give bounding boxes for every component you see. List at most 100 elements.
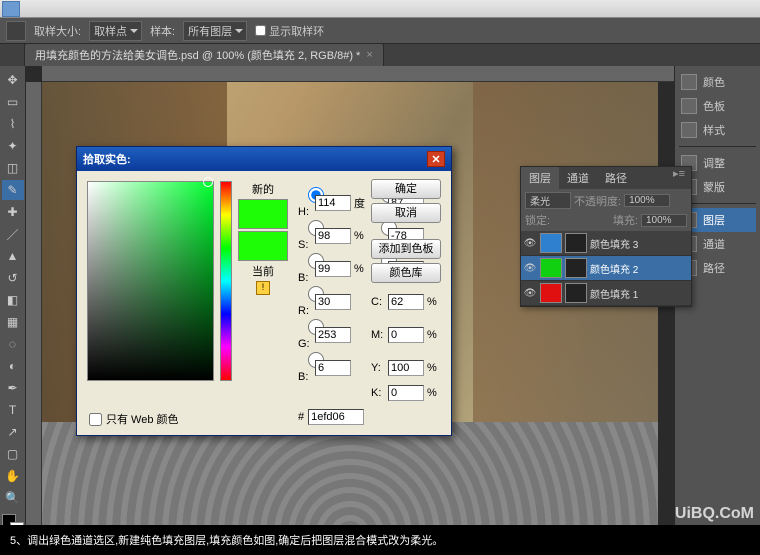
blend-mode-select[interactable]: 柔光	[525, 192, 571, 209]
b-hsb-input[interactable]	[315, 261, 351, 277]
r-input[interactable]	[315, 294, 351, 310]
styles-icon	[681, 122, 697, 138]
dodge-tool[interactable]: ◐	[2, 356, 24, 376]
document-tab[interactable]: 用填充颜色的方法给美女调色.psd @ 100% (颜色填充 2, RGB/8#…	[24, 43, 384, 66]
color-lib-button[interactable]: 颜色库	[371, 263, 441, 283]
b-hsb-radio[interactable]: B:	[298, 253, 312, 284]
channels-tab[interactable]: 通道	[559, 167, 597, 189]
tools-panel: ✥ ▭ ⌇ ✦ ◫ ✎ ✚ ／ ▲ ↺ ◧ ▦ ◌ ◐ ✒ T ↗ ▢ ✋ 🔍	[0, 66, 26, 555]
layer-thumb[interactable]	[540, 283, 562, 303]
layer-mask-thumb[interactable]	[565, 258, 587, 278]
layer-thumb[interactable]	[540, 258, 562, 278]
stamp-tool[interactable]: ▲	[2, 246, 24, 266]
marquee-tool[interactable]: ▭	[2, 92, 24, 112]
layer-mask-thumb[interactable]	[565, 233, 587, 253]
dialog-titlebar[interactable]: 拾取实色: ✕	[77, 147, 451, 171]
k-input[interactable]	[388, 385, 424, 401]
shape-tool[interactable]: ▢	[2, 444, 24, 464]
brush-tool[interactable]: ／	[2, 224, 24, 244]
close-icon[interactable]: ×	[366, 49, 372, 61]
layer-thumb[interactable]	[540, 233, 562, 253]
watermark: UiBQ.CoM	[675, 505, 754, 523]
paths-tab[interactable]: 路径	[597, 167, 635, 189]
blur-tool[interactable]: ◌	[2, 334, 24, 354]
lasso-tool[interactable]: ⌇	[2, 114, 24, 134]
layer-row[interactable]: 👁 颜色填充 1	[521, 281, 691, 306]
cancel-button[interactable]: 取消	[371, 203, 441, 223]
visibility-toggle[interactable]: 👁	[523, 236, 537, 250]
visibility-toggle[interactable]: 👁	[523, 286, 537, 300]
layer-row[interactable]: 👁 颜色填充 3	[521, 231, 691, 256]
sample-select[interactable]: 所有图层	[183, 21, 247, 41]
gradient-tool[interactable]: ▦	[2, 312, 24, 332]
layers-tab[interactable]: 图层	[521, 167, 559, 189]
sample-label: 样本:	[150, 23, 175, 39]
wand-tool[interactable]: ✦	[2, 136, 24, 156]
options-bar: 取样大小: 取样点 样本: 所有图层 显示取样环	[0, 18, 760, 44]
menubar[interactable]	[0, 0, 760, 18]
type-tool[interactable]: T	[2, 400, 24, 420]
visibility-toggle[interactable]: 👁	[523, 261, 537, 275]
opacity-value[interactable]: 100%	[624, 194, 670, 207]
layer-name[interactable]: 颜色填充 1	[590, 286, 638, 301]
panel-styles[interactable]: 样式	[679, 118, 756, 142]
g-input[interactable]	[315, 327, 351, 343]
document-tab-title: 用填充颜色的方法给美女调色.psd @ 100% (颜色填充 2, RGB/8#…	[35, 47, 360, 63]
c-input[interactable]	[388, 294, 424, 310]
show-sample-ring-label: 显示取样环	[269, 23, 324, 39]
layers-panel: 图层 通道 路径 ▸≡ 柔光 不透明度: 100% 锁定: 填充: 100% 👁…	[520, 166, 692, 307]
panel-swatches[interactable]: 色板	[679, 94, 756, 118]
heal-tool[interactable]: ✚	[2, 202, 24, 222]
b-rgb-input[interactable]	[315, 360, 351, 376]
ruler-vertical	[26, 82, 42, 555]
ruler-horizontal	[42, 66, 674, 82]
lock-label: 锁定:	[525, 212, 550, 228]
eraser-tool[interactable]: ◧	[2, 290, 24, 310]
web-only-checkbox[interactable]: 只有 Web 颜色	[89, 411, 179, 427]
path-tool[interactable]: ↗	[2, 422, 24, 442]
saturation-brightness-picker[interactable]	[87, 181, 214, 381]
show-sample-ring[interactable]: 显示取样环	[255, 23, 324, 39]
app-icon[interactable]	[2, 1, 20, 17]
layer-mask-thumb[interactable]	[565, 283, 587, 303]
r-radio[interactable]: R:	[298, 286, 312, 317]
new-color-label: 新的	[252, 181, 274, 197]
close-button[interactable]: ✕	[427, 151, 445, 167]
add-swatch-button[interactable]: 添加到色板	[371, 239, 441, 259]
s-input[interactable]	[315, 228, 351, 244]
tool-preset[interactable]	[6, 21, 26, 41]
history-brush-tool[interactable]: ↺	[2, 268, 24, 288]
y-input[interactable]	[388, 360, 424, 376]
fill-value[interactable]: 100%	[641, 214, 687, 227]
zoom-tool[interactable]: 🔍	[2, 488, 24, 508]
show-sample-ring-checkbox[interactable]	[255, 25, 266, 36]
gamut-warning-icon[interactable]: !	[256, 281, 270, 295]
layer-row[interactable]: 👁 颜色填充 2	[521, 256, 691, 281]
pen-tool[interactable]: ✒	[2, 378, 24, 398]
h-input[interactable]	[315, 195, 351, 211]
new-color-swatch	[238, 199, 288, 229]
color-picker-dialog: 拾取实色: ✕ 新的 当前 ! H: 度 L: S: % a:	[76, 146, 452, 436]
current-color-label: 当前	[252, 263, 274, 279]
g-radio[interactable]: G:	[298, 319, 312, 350]
crop-tool[interactable]: ◫	[2, 158, 24, 178]
sample-size-select[interactable]: 取样点	[89, 21, 142, 41]
hex-input[interactable]	[308, 409, 364, 425]
panel-color[interactable]: 颜色	[679, 70, 756, 94]
layer-list: 👁 颜色填充 3 👁 颜色填充 2 👁 颜色填充 1	[521, 231, 691, 306]
ok-button[interactable]: 确定	[371, 179, 441, 199]
layer-name[interactable]: 颜色填充 3	[590, 236, 638, 251]
fill-label: 填充:	[613, 212, 638, 228]
panel-menu-icon[interactable]: ▸≡	[667, 167, 691, 189]
move-tool[interactable]: ✥	[2, 70, 24, 90]
dialog-title: 拾取实色:	[83, 151, 131, 167]
layer-name[interactable]: 颜色填充 2	[590, 261, 638, 276]
hand-tool[interactable]: ✋	[2, 466, 24, 486]
h-radio[interactable]: H:	[298, 187, 312, 218]
b-rgb-radio[interactable]: B:	[298, 352, 312, 383]
s-radio[interactable]: S:	[298, 220, 312, 251]
m-input[interactable]	[388, 327, 424, 343]
eyedropper-tool[interactable]: ✎	[2, 180, 24, 200]
picker-cursor	[203, 177, 213, 187]
hue-slider[interactable]	[220, 181, 232, 381]
